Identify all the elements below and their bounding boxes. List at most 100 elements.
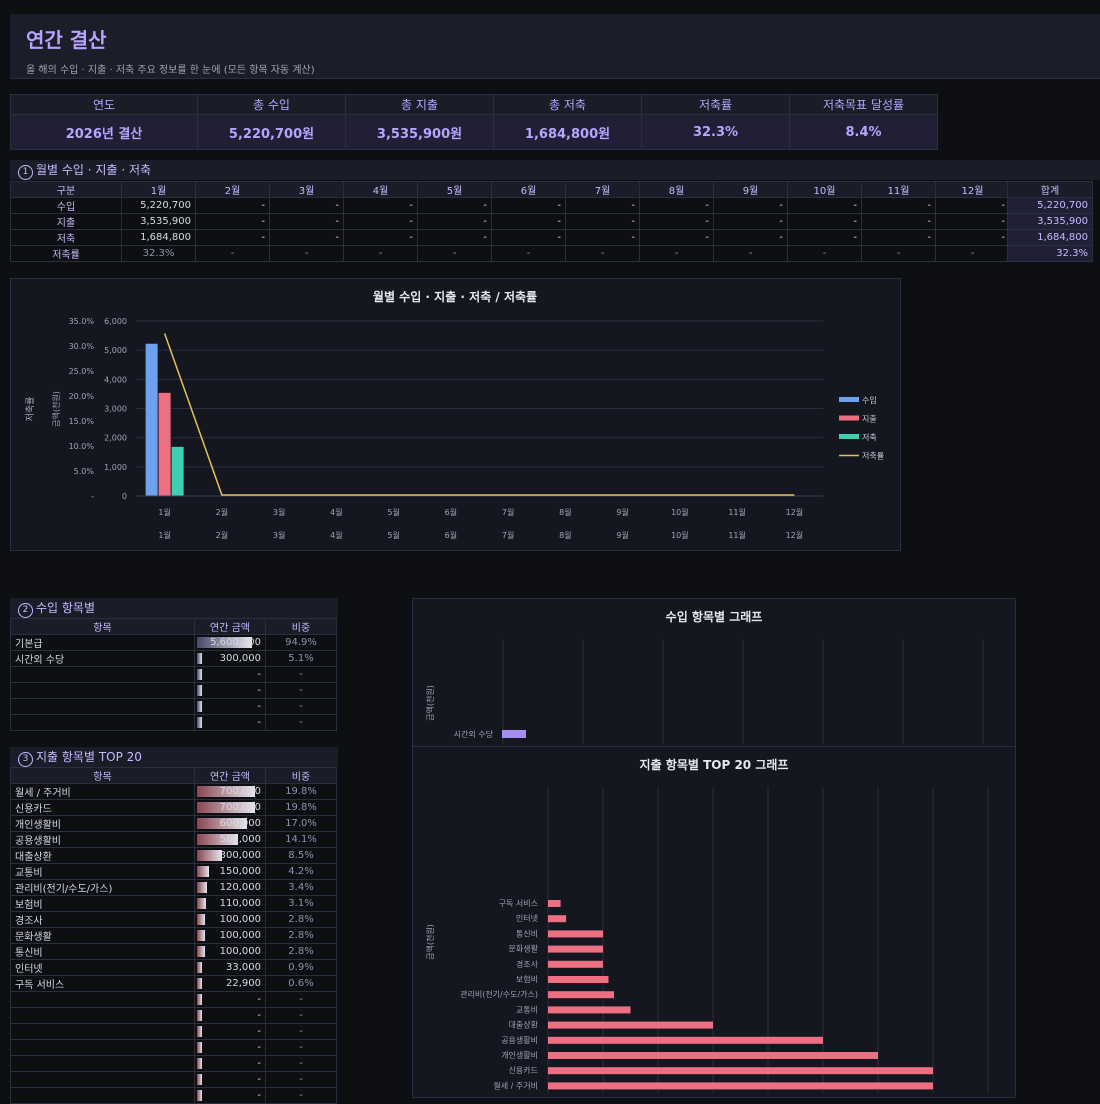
item-share[interactable]: - <box>265 666 337 683</box>
item-share[interactable]: - <box>265 1055 337 1072</box>
item-share[interactable]: - <box>265 682 337 699</box>
monthly-cell[interactable]: - <box>861 245 936 262</box>
monthly-cell[interactable]: - <box>491 229 566 246</box>
item-amount-cell[interactable]: 500,000 <box>194 831 266 848</box>
item-share[interactable]: - <box>265 1007 337 1024</box>
monthly-cell[interactable]: - <box>713 197 788 214</box>
item-amount-cell[interactable]: - <box>194 1071 266 1088</box>
monthly-cell[interactable]: - <box>787 213 862 230</box>
item-share[interactable]: 19.8% <box>265 799 337 816</box>
item-share[interactable]: 3.1% <box>265 895 337 912</box>
item-share[interactable]: 2.8% <box>265 927 337 944</box>
item-name[interactable]: 통신비 <box>10 943 195 960</box>
item-amount-cell[interactable]: - <box>194 682 266 699</box>
item-name[interactable]: 신용카드 <box>10 799 195 816</box>
item-name[interactable] <box>10 1007 195 1024</box>
monthly-total-cell[interactable]: 3,535,900 <box>1007 213 1093 230</box>
item-amount-cell[interactable]: - <box>194 1087 266 1104</box>
item-amount-cell[interactable]: 5,600,000 <box>194 634 266 651</box>
item-name[interactable] <box>10 698 195 715</box>
item-amount-cell[interactable]: 300,000 <box>194 847 266 864</box>
monthly-cell[interactable]: - <box>195 245 270 262</box>
monthly-cell[interactable]: - <box>417 229 492 246</box>
monthly-cell[interactable]: - <box>491 245 566 262</box>
monthly-cell[interactable]: 1,684,800 <box>121 229 196 246</box>
monthly-cell[interactable]: - <box>565 197 640 214</box>
item-name[interactable]: 관리비(전기/수도/가스) <box>10 879 195 896</box>
monthly-cell[interactable]: - <box>935 229 1010 246</box>
item-name[interactable]: 보험비 <box>10 895 195 912</box>
item-amount-cell[interactable]: - <box>194 991 266 1008</box>
item-name[interactable] <box>10 991 195 1008</box>
monthly-total-cell[interactable]: 5,220,700 <box>1007 197 1093 214</box>
item-amount-cell[interactable]: 100,000 <box>194 927 266 944</box>
item-share[interactable]: 2.8% <box>265 943 337 960</box>
item-amount-cell[interactable]: 700,000 <box>194 783 266 800</box>
monthly-cell[interactable]: - <box>269 229 344 246</box>
item-amount-cell[interactable]: - <box>194 698 266 715</box>
item-amount-cell[interactable]: - <box>194 714 266 731</box>
item-amount-cell[interactable]: - <box>194 666 266 683</box>
item-name[interactable] <box>10 1039 195 1056</box>
item-share[interactable]: 5.1% <box>265 650 337 667</box>
item-name[interactable] <box>10 714 195 731</box>
monthly-cell[interactable]: - <box>639 245 714 262</box>
item-name[interactable] <box>10 1023 195 1040</box>
item-name[interactable]: 인터넷 <box>10 959 195 976</box>
item-name[interactable]: 시간외 수당 <box>10 650 195 667</box>
monthly-cell[interactable]: - <box>417 197 492 214</box>
item-amount-cell[interactable]: 100,000 <box>194 943 266 960</box>
summary-goal[interactable]: 8.4% <box>789 114 938 150</box>
monthly-cell[interactable]: - <box>565 245 640 262</box>
monthly-cell[interactable]: - <box>343 213 418 230</box>
item-name[interactable] <box>10 1087 195 1104</box>
item-share[interactable]: 0.6% <box>265 975 337 992</box>
monthly-cell[interactable]: 32.3% <box>121 245 196 262</box>
item-name[interactable]: 문화생활 <box>10 927 195 944</box>
summary-expense[interactable]: 3,535,900원 <box>345 114 494 150</box>
item-amount-cell[interactable]: 33,000 <box>194 959 266 976</box>
monthly-cell[interactable]: - <box>343 245 418 262</box>
item-share[interactable]: 3.4% <box>265 879 337 896</box>
monthly-cell[interactable]: - <box>787 245 862 262</box>
monthly-total-cell[interactable]: 32.3% <box>1007 245 1093 262</box>
item-share[interactable]: - <box>265 1087 337 1104</box>
monthly-cell[interactable]: 5,220,700 <box>121 197 196 214</box>
monthly-cell[interactable]: - <box>195 213 270 230</box>
item-share[interactable]: - <box>265 714 337 731</box>
monthly-cell[interactable]: - <box>787 229 862 246</box>
monthly-cell[interactable]: - <box>195 229 270 246</box>
item-share[interactable]: 94.9% <box>265 634 337 651</box>
item-share[interactable]: - <box>265 698 337 715</box>
summary-rate[interactable]: 32.3% <box>641 114 790 150</box>
item-amount-cell[interactable]: - <box>194 1023 266 1040</box>
item-amount-cell[interactable]: 22,900 <box>194 975 266 992</box>
monthly-cell[interactable]: - <box>417 245 492 262</box>
monthly-total-cell[interactable]: 1,684,800 <box>1007 229 1093 246</box>
monthly-cell[interactable]: - <box>935 213 1010 230</box>
monthly-cell[interactable]: - <box>861 213 936 230</box>
monthly-cell[interactable]: - <box>565 229 640 246</box>
item-name[interactable]: 기본급 <box>10 634 195 651</box>
item-name[interactable] <box>10 1071 195 1088</box>
item-share[interactable]: 14.1% <box>265 831 337 848</box>
monthly-cell[interactable]: - <box>639 213 714 230</box>
item-name[interactable] <box>10 1055 195 1072</box>
monthly-cell[interactable]: - <box>639 229 714 246</box>
item-share[interactable]: 19.8% <box>265 783 337 800</box>
monthly-cell[interactable]: - <box>787 197 862 214</box>
item-amount-cell[interactable]: 700,000 <box>194 799 266 816</box>
summary-income[interactable]: 5,220,700원 <box>197 114 346 150</box>
monthly-cell[interactable]: - <box>491 213 566 230</box>
monthly-cell[interactable]: - <box>861 197 936 214</box>
item-share[interactable]: 8.5% <box>265 847 337 864</box>
monthly-cell[interactable]: - <box>269 197 344 214</box>
monthly-cell[interactable]: - <box>195 197 270 214</box>
monthly-cell[interactable]: - <box>565 213 640 230</box>
item-amount-cell[interactable]: 600,000 <box>194 815 266 832</box>
item-name[interactable]: 교통비 <box>10 863 195 880</box>
item-name[interactable] <box>10 666 195 683</box>
item-share[interactable]: - <box>265 1039 337 1056</box>
item-name[interactable]: 개인생활비 <box>10 815 195 832</box>
item-share[interactable]: 0.9% <box>265 959 337 976</box>
